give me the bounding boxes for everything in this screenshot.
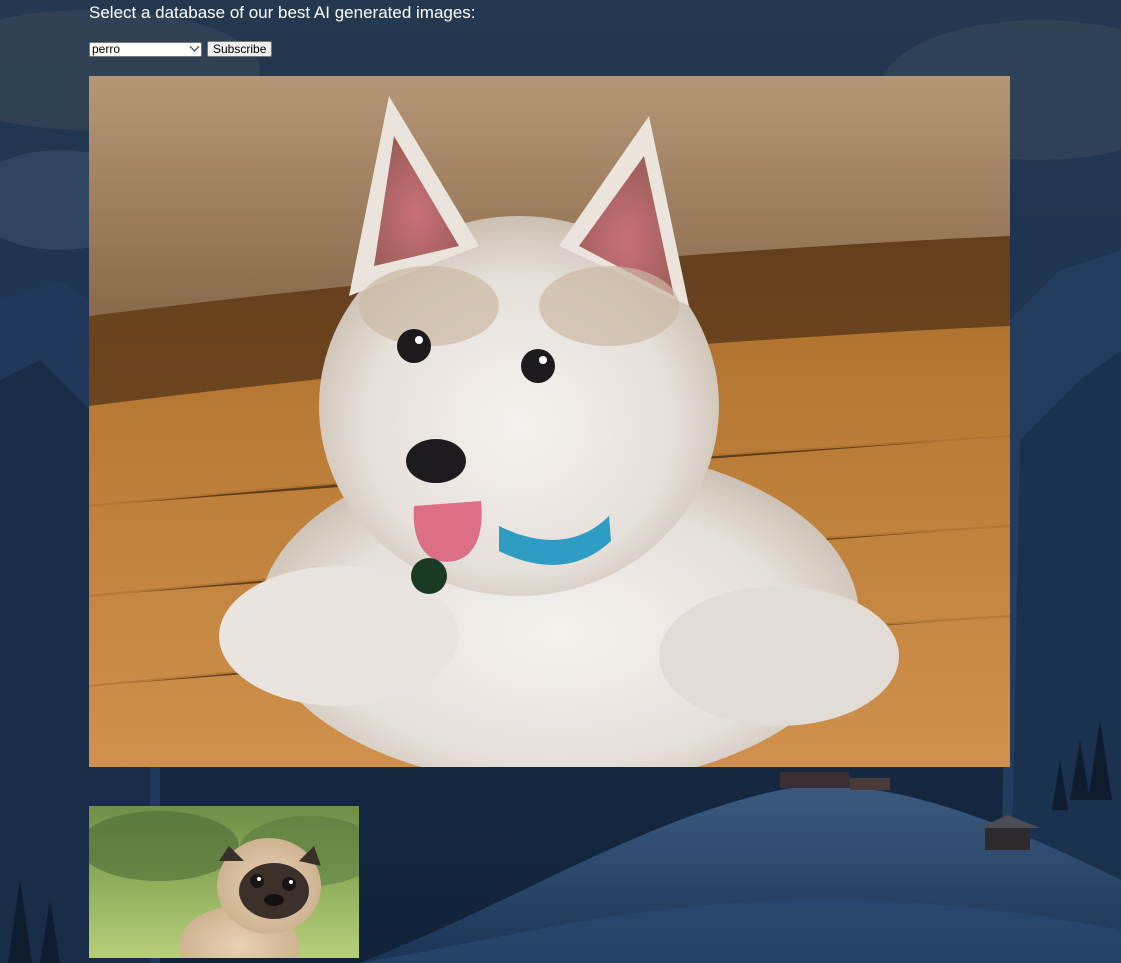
page-heading: Select a database of our best AI generat… bbox=[89, 3, 476, 22]
chevron-down-icon bbox=[189, 41, 200, 52]
hero-image-husky-puppy bbox=[89, 76, 1010, 767]
subscribe-button[interactable]: Subscribe bbox=[207, 41, 273, 57]
database-select[interactable]: perro bbox=[89, 41, 202, 57]
subscribe-form: perro Subscribe bbox=[89, 41, 273, 57]
header-section: Select a database of our best AI generat… bbox=[89, 0, 476, 57]
database-select-value: perro bbox=[92, 41, 121, 56]
thumbnail-image-pug[interactable] bbox=[89, 806, 359, 958]
